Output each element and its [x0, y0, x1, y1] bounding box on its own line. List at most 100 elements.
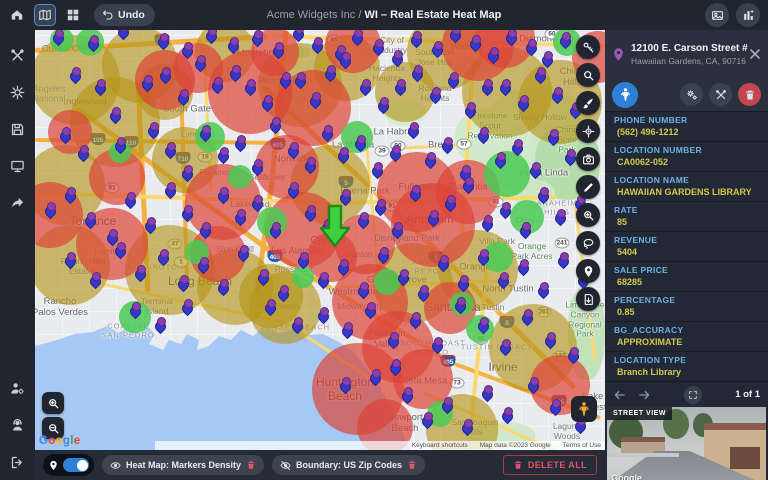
map-marker-pin[interactable] — [465, 104, 475, 117]
map-marker-pin[interactable] — [165, 144, 175, 157]
delete-all-button[interactable]: DELETE ALL — [503, 455, 597, 475]
map-marker-pin[interactable] — [500, 81, 510, 94]
map-marker-pin[interactable] — [455, 299, 465, 312]
map-marker-pin[interactable] — [390, 361, 400, 374]
prev-location-button[interactable] — [613, 388, 627, 402]
map-marker-pin[interactable] — [206, 30, 216, 42]
photo-button[interactable] — [705, 3, 729, 27]
map-marker-pin[interactable] — [410, 187, 420, 200]
map-marker-pin[interactable] — [130, 304, 140, 317]
nav-map-button[interactable] — [34, 4, 56, 26]
map-marker-pin[interactable] — [212, 79, 222, 92]
trash-icon[interactable] — [407, 460, 417, 470]
map-marker-pin[interactable] — [262, 97, 272, 110]
map-marker-pin[interactable] — [158, 251, 168, 264]
map-marker-pin[interactable] — [115, 244, 125, 257]
location-tools-button[interactable] — [709, 83, 732, 106]
map-marker-pin[interactable] — [340, 54, 350, 67]
zoom-in-button[interactable] — [42, 392, 64, 414]
map-marker-pin[interactable] — [458, 277, 468, 290]
map-marker-pin[interactable] — [178, 277, 188, 290]
markers-visibility-pill[interactable] — [43, 454, 94, 476]
map-marker-pin[interactable] — [252, 197, 262, 210]
nav-grid-button[interactable] — [62, 4, 84, 26]
map-marker-pin[interactable] — [273, 44, 283, 57]
map-marker-pin[interactable] — [500, 341, 510, 354]
sidebar-logout-button[interactable] — [6, 450, 30, 474]
map-marker-pin[interactable] — [322, 127, 332, 140]
map-marker-pin[interactable] — [218, 189, 228, 202]
map-tool-lasso-button[interactable] — [576, 231, 600, 255]
map-marker-pin[interactable] — [470, 37, 480, 50]
map-marker-pin[interactable] — [265, 301, 275, 314]
trash-icon[interactable] — [246, 460, 256, 470]
map-marker-pin[interactable] — [288, 184, 298, 197]
sidebar-monitor-button[interactable] — [6, 154, 30, 178]
map-marker-pin[interactable] — [298, 254, 308, 267]
sidebar-support-button[interactable] — [6, 413, 30, 437]
map-marker-pin[interactable] — [145, 219, 155, 232]
layer-chip[interactable]: Boundary: US Zip Codes — [272, 455, 425, 475]
map-marker-pin[interactable] — [550, 401, 560, 414]
map-marker-pin[interactable] — [432, 339, 442, 352]
map-marker-pin[interactable] — [325, 67, 335, 80]
map-marker-pin[interactable] — [182, 207, 192, 220]
map-marker-pin[interactable] — [158, 35, 168, 48]
map-tool-key-button[interactable] — [576, 35, 600, 59]
map-tool-zoom-area-button[interactable] — [576, 203, 600, 227]
map-attribution-item[interactable]: Map data ©2023 Google — [480, 442, 551, 449]
map-marker-pin[interactable] — [463, 179, 473, 192]
next-location-button[interactable] — [637, 388, 651, 402]
map-marker-pin[interactable] — [482, 81, 492, 94]
map-marker-pin[interactable] — [402, 389, 412, 402]
map-marker-pin[interactable] — [548, 131, 558, 144]
map-marker-pin[interactable] — [442, 139, 452, 152]
map-marker-pin[interactable] — [560, 34, 570, 47]
nav-home-button[interactable] — [6, 4, 28, 26]
map-marker-pin[interactable] — [125, 194, 135, 207]
map-tool-draw-button[interactable] — [576, 175, 600, 199]
map-marker-pin[interactable] — [245, 81, 255, 94]
map-marker-pin[interactable] — [310, 94, 320, 107]
map-marker-pin[interactable] — [228, 39, 238, 52]
layer-chip[interactable]: Heat Map: Markers Density — [102, 455, 264, 475]
map-marker-pin[interactable] — [478, 129, 488, 142]
map-marker-pin[interactable] — [518, 97, 528, 110]
map-marker-pin[interactable] — [200, 127, 210, 140]
map-marker-pin[interactable] — [398, 271, 408, 284]
map-marker-pin[interactable] — [338, 149, 348, 162]
close-panel-button[interactable] — [748, 47, 762, 61]
map-marker-pin[interactable] — [178, 91, 188, 104]
map-tool-pin-button[interactable] — [576, 259, 600, 283]
map-marker-pin[interactable] — [528, 379, 538, 392]
map-marker-pin[interactable] — [428, 212, 438, 225]
map-marker-pin[interactable] — [378, 99, 388, 112]
sidebar-tools-button[interactable] — [6, 43, 30, 67]
map-marker-pin[interactable] — [522, 311, 532, 324]
map-marker-pin[interactable] — [142, 77, 152, 90]
street-view-button[interactable] — [612, 82, 638, 108]
map-marker-pin[interactable] — [482, 217, 492, 230]
map-marker-pin[interactable] — [502, 409, 512, 422]
expand-street-view-button[interactable] — [684, 386, 702, 404]
map-marker-pin[interactable] — [500, 204, 510, 217]
map-marker-pin[interactable] — [295, 74, 305, 87]
map-marker-pin[interactable] — [155, 319, 165, 332]
map-marker-pin[interactable] — [482, 387, 492, 400]
map-marker-pin[interactable] — [390, 147, 400, 160]
map-marker-pin[interactable] — [340, 379, 350, 392]
map-marker-pin[interactable] — [318, 274, 328, 287]
sidebar-share-button[interactable] — [6, 191, 30, 215]
map-marker-pin[interactable] — [45, 204, 55, 217]
map-marker-pin[interactable] — [90, 274, 100, 287]
map-marker-pin[interactable] — [60, 129, 70, 142]
map-marker-pin[interactable] — [278, 287, 288, 300]
map-tool-brush-button[interactable] — [576, 91, 600, 115]
map-marker-pin[interactable] — [148, 124, 158, 137]
sidebar-save-button[interactable] — [6, 117, 30, 141]
map-marker-pin[interactable] — [65, 189, 75, 202]
map-marker-pin[interactable] — [545, 334, 555, 347]
map-marker-pin[interactable] — [53, 31, 63, 44]
map-marker-pin[interactable] — [418, 287, 428, 300]
sidebar-user-gear-button[interactable] — [6, 376, 30, 400]
